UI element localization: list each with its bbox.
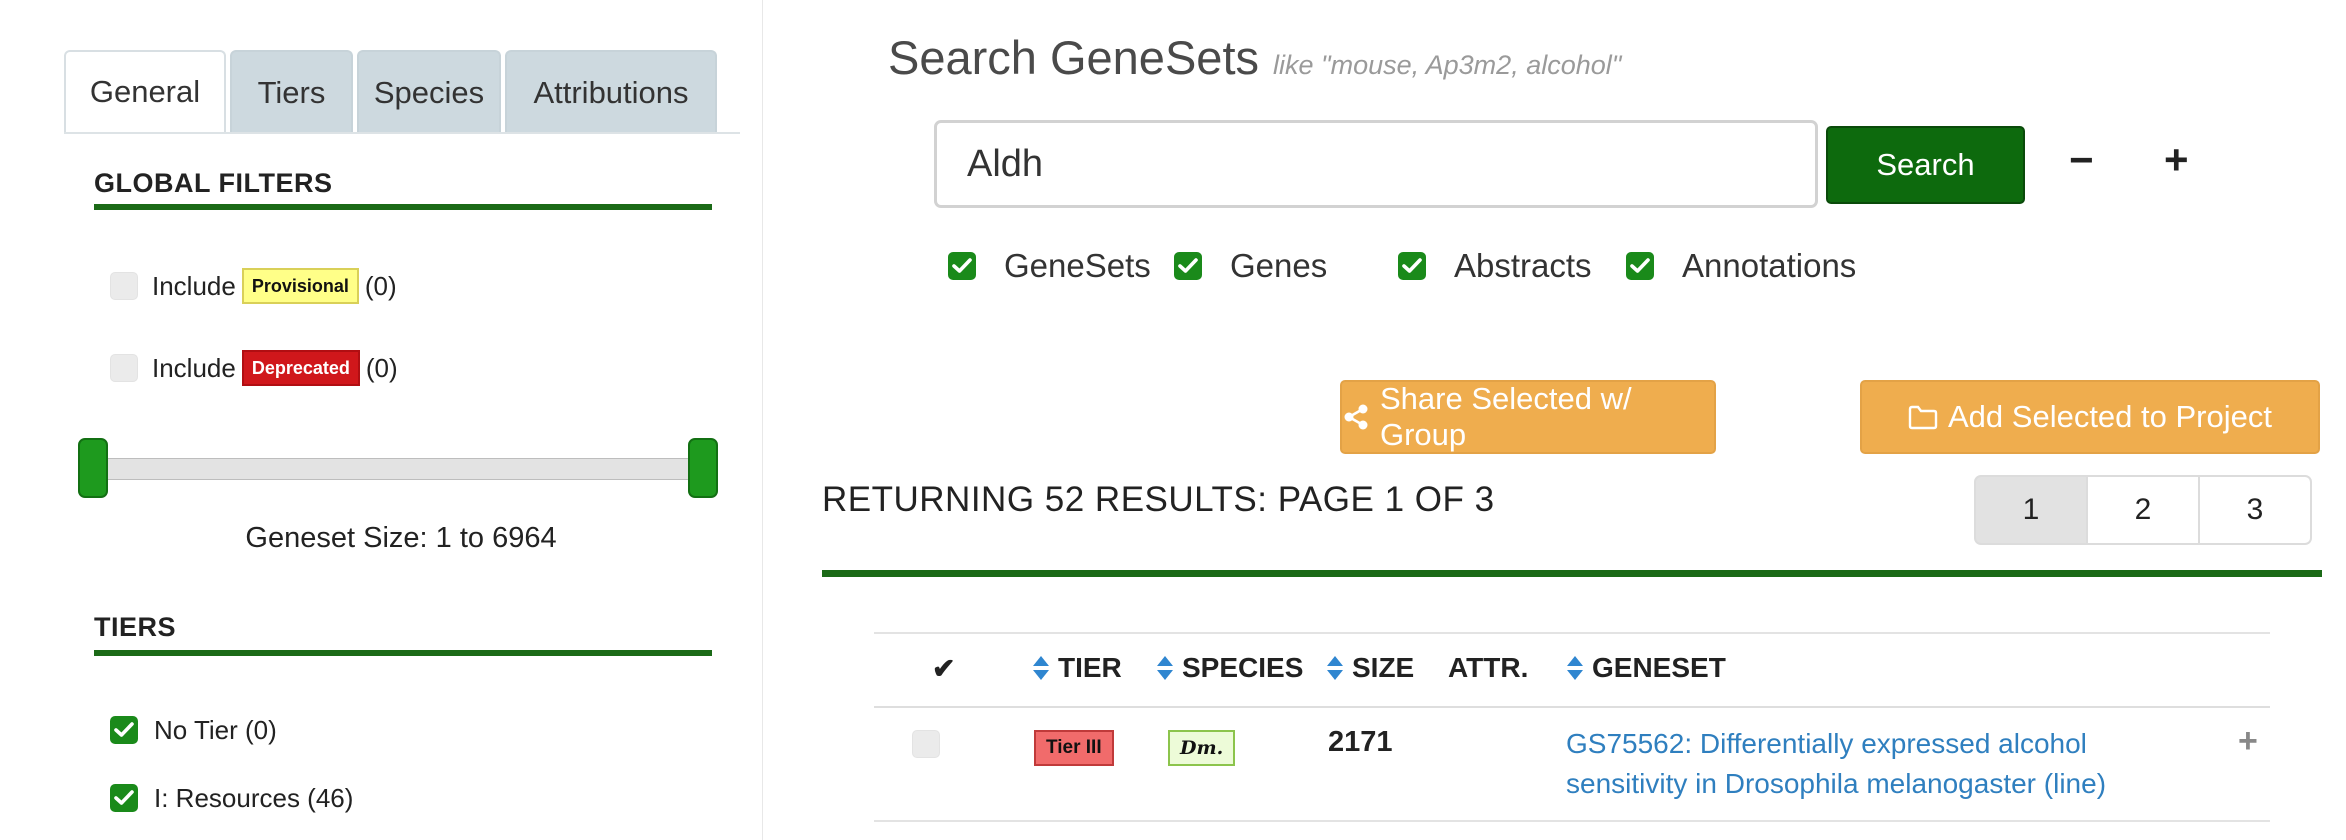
genesets-scope-label: GeneSets	[1004, 247, 1151, 284]
tiers-title: TIERS	[94, 612, 177, 642]
resources-label: I: Resources (46)	[154, 782, 354, 813]
deprecated-checkbox[interactable]	[110, 354, 138, 382]
search-hint: like "mouse, Ap3m2, alcohol"	[1273, 50, 1622, 80]
check-icon	[1178, 258, 1198, 273]
sidebar-tabs: General Tiers Species Attributions	[64, 50, 721, 134]
geneset-size-max-handle[interactable]	[688, 438, 718, 498]
sort-icon	[1032, 655, 1050, 681]
geneset-column-label: GENESET	[1592, 652, 1726, 683]
add-to-project-label: Add Selected to Project	[1948, 399, 2272, 434]
table-header-border	[874, 706, 2270, 708]
geneset-link[interactable]: GS75562: Differentially expressed alcoho…	[1566, 724, 2176, 804]
row-select-checkbox[interactable]	[912, 730, 940, 758]
provisional-checkbox[interactable]	[110, 272, 138, 300]
deprecated-badge: Deprecated	[241, 350, 360, 386]
page-button-1[interactable]: 1	[1974, 475, 2088, 545]
check-icon	[114, 722, 134, 737]
sort-icon	[1326, 655, 1344, 681]
share-selected-button[interactable]: Share Selected w/ Group	[1340, 380, 1716, 454]
select-column-header: ✔	[932, 652, 955, 685]
tab-general[interactable]: General	[64, 50, 226, 134]
check-icon	[1402, 258, 1422, 273]
zoom-in-button[interactable]: +	[2164, 135, 2189, 185]
check-icon	[114, 790, 134, 805]
geneset-size-slider-track[interactable]	[100, 458, 702, 480]
genes-scope-label: Genes	[1230, 247, 1328, 284]
tiers-rule	[94, 650, 712, 656]
checkmark-icon: ✔	[932, 653, 956, 684]
table-top-border	[874, 632, 2270, 634]
zoom-out-button[interactable]: −	[2069, 135, 2094, 185]
annotations-scope-label: Annotations	[1682, 247, 1857, 284]
search-input[interactable]	[934, 120, 1818, 208]
no-tier-label: No Tier (0)	[154, 714, 277, 745]
genesets-scope-checkbox[interactable]	[948, 252, 976, 280]
page-button-3[interactable]: 3	[2198, 475, 2312, 545]
share-selected-label: Share Selected w/ Group	[1380, 381, 1632, 452]
sort-icon	[1156, 655, 1174, 681]
check-icon	[952, 258, 972, 273]
results-summary: RETURNING 52 RESULTS: PAGE 1 OF 3	[822, 480, 1495, 519]
deprecated-filter: Include Deprecated (0)	[110, 348, 398, 388]
geneset-size-label: Geneset Size: 1 to 6964	[245, 522, 557, 554]
deprecated-count: (0)	[365, 352, 398, 383]
provisional-include-label: Include	[152, 270, 236, 301]
species-badge: Dm.	[1168, 730, 1236, 766]
scope-genesets: GeneSets	[948, 244, 1151, 288]
deprecated-include-label: Include	[152, 352, 236, 383]
global-filters-title: GLOBAL FILTERS	[94, 168, 333, 198]
geneset-column-header[interactable]: GENESET	[1566, 652, 1726, 684]
page-title: Search GeneSets	[888, 31, 1259, 84]
add-to-project-button[interactable]: Add Selected to Project	[1860, 380, 2320, 454]
size-column-header[interactable]: SIZE	[1326, 652, 1414, 684]
tier-filter-resources: I: Resources (46)	[110, 778, 353, 818]
provisional-badge: Provisional	[241, 268, 359, 304]
tier-column-label: TIER	[1058, 652, 1122, 683]
provisional-filter: Include Provisional (0)	[110, 266, 397, 306]
scope-annotations: Annotations	[1626, 244, 1856, 288]
genes-scope-checkbox[interactable]	[1174, 252, 1202, 280]
attr-column-label: ATTR.	[1448, 652, 1529, 683]
geneset-size-value: 2171	[1328, 726, 1393, 758]
pagination: 1 2 3	[1974, 475, 2312, 545]
tier-column-header[interactable]: TIER	[1032, 652, 1122, 684]
geneset-size-min-handle[interactable]	[78, 438, 108, 498]
global-filters-rule	[94, 204, 712, 210]
size-column-label: SIZE	[1352, 652, 1415, 683]
row-add-button[interactable]: +	[2238, 722, 2258, 761]
annotations-scope-checkbox[interactable]	[1626, 252, 1654, 280]
tab-tiers[interactable]: Tiers	[230, 50, 353, 134]
species-column-label: SPECIES	[1182, 652, 1304, 683]
search-button[interactable]: Search	[1826, 126, 2025, 204]
no-tier-checkbox[interactable]	[110, 716, 138, 744]
table-row-border	[874, 820, 2270, 822]
tier-filter-no-tier: No Tier (0)	[110, 710, 277, 750]
species-column-header[interactable]: SPECIES	[1156, 652, 1303, 684]
search-heading: Search GeneSets like "mouse, Ap3m2, alco…	[888, 30, 1621, 85]
resources-checkbox[interactable]	[110, 784, 138, 812]
sort-icon	[1566, 655, 1584, 681]
tabs-divider	[64, 132, 740, 134]
page-button-2[interactable]: 2	[2086, 475, 2200, 545]
tab-attributions[interactable]: Attributions	[505, 50, 717, 134]
abstracts-scope-label: Abstracts	[1454, 247, 1592, 284]
scope-abstracts: Abstracts	[1398, 244, 1592, 288]
share-icon	[1342, 403, 1370, 431]
tab-species[interactable]: Species	[357, 50, 501, 134]
filter-sidebar: General Tiers Species Attributions GLOBA…	[40, 0, 763, 840]
abstracts-scope-checkbox[interactable]	[1398, 252, 1426, 280]
check-icon	[1630, 258, 1650, 273]
folder-icon	[1908, 404, 1938, 430]
results-rule	[822, 570, 2322, 577]
provisional-count: (0)	[364, 270, 397, 301]
tier-badge: Tier III	[1034, 730, 1114, 766]
scope-genes: Genes	[1174, 244, 1327, 288]
attr-column-header: ATTR.	[1448, 652, 1528, 684]
